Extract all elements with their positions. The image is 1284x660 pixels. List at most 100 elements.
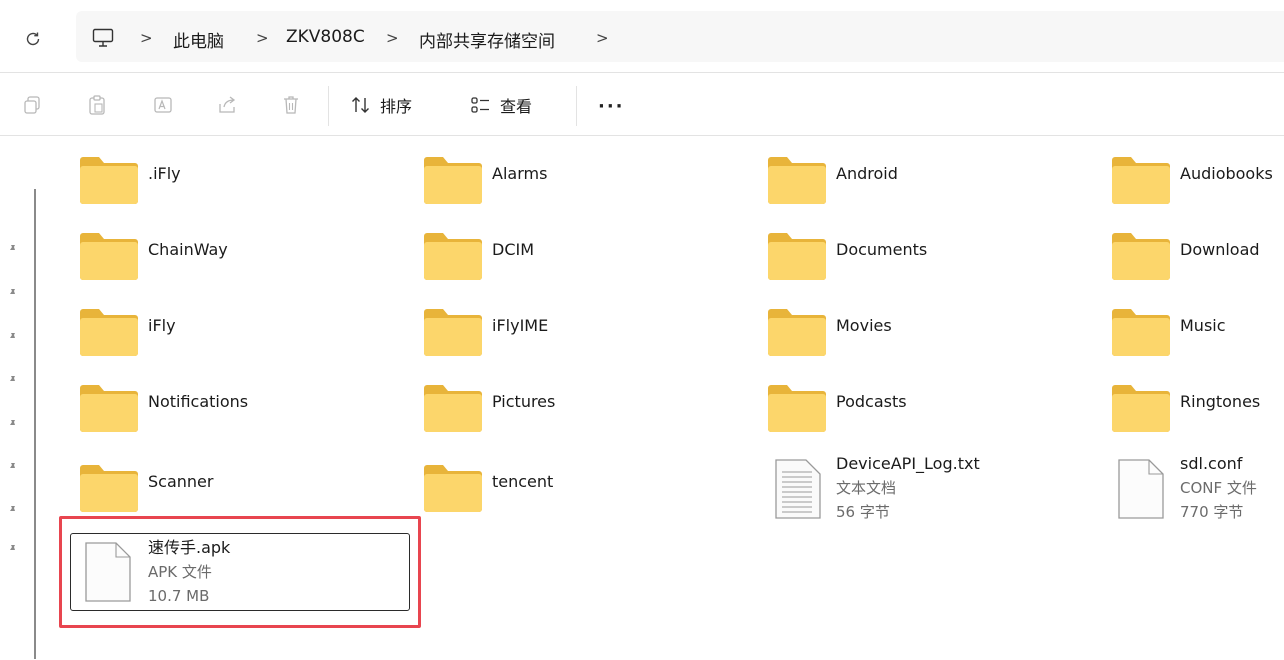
folder-icon [424,233,482,280]
folder-name: ChainWay [148,240,228,259]
chevron-right-icon[interactable]: > [140,29,153,47]
folder-icon [1112,157,1170,204]
folder-name: .iFly [148,164,181,183]
folder-item[interactable]: iFly [80,308,410,374]
folder-name: Music [1180,316,1226,335]
pin-icon [10,506,15,511]
folder-name: Alarms [492,164,548,183]
folder-name: iFly [148,316,176,335]
breadcrumb[interactable]: > 此电脑 > ZKV808C > 内部共享存储空间 > [76,11,1284,62]
file-type: 文本文档 [836,479,897,497]
folder-item[interactable]: tencent [424,464,754,530]
view-label: 查看 [500,97,533,116]
share-icon[interactable] [216,94,238,116]
folder-name: Movies [836,316,892,335]
folder-item[interactable]: iFlyIME [424,308,754,374]
sort-button[interactable]: 排序 [350,91,412,119]
view-button[interactable]: 查看 [470,91,532,119]
folder-item[interactable]: Audiobooks [1112,156,1284,222]
rename-icon[interactable] [152,94,174,116]
folder-name: tencent [492,472,554,491]
breadcrumb-item-device[interactable]: ZKV808C [286,27,365,47]
folder-item[interactable]: ChainWay [80,232,410,298]
pin-icon [10,333,15,338]
pin-icon [10,289,15,294]
cut-icon[interactable] [22,94,44,116]
breadcrumb-item-storage[interactable]: 内部共享存储空间 [419,27,555,52]
chevron-right-icon[interactable]: > [256,29,269,47]
folder-icon [80,309,138,356]
folder-name: Ringtones [1180,392,1261,411]
folder-item[interactable]: .iFly [80,156,410,222]
sort-icon [352,97,369,113]
highlight-annotation [59,516,421,628]
folder-item[interactable]: Alarms [424,156,754,222]
folder-name: Android [836,164,898,183]
toolbar-divider [576,86,577,126]
pin-icon [10,376,15,381]
computer-icon[interactable] [92,28,114,48]
text-file-icon [775,459,821,519]
folder-item[interactable]: DCIM [424,232,754,298]
folder-item[interactable]: Ringtones [1112,384,1284,450]
file-size: 56 字节 [836,503,890,521]
file-item-conf[interactable]: sdl.conf CONF 文件 770 字节 [1112,452,1282,521]
file-name: sdl.conf [1180,454,1243,473]
file-size: 770 字节 [1180,503,1244,521]
navigation-pane-splitter[interactable] [34,189,36,659]
toolbar-divider [328,86,329,126]
folder-item[interactable]: Notifications [80,384,410,450]
folder-name: Podcasts [836,392,907,411]
folder-icon [80,233,138,280]
folder-name: DCIM [492,240,535,259]
folder-icon [768,233,826,280]
copy-icon[interactable] [86,94,108,116]
folder-name: Pictures [492,392,556,411]
folder-icon [80,385,138,432]
folder-item[interactable]: Music [1112,308,1284,374]
pin-icon [10,463,15,468]
folder-name: Documents [836,240,928,259]
folder-item[interactable]: Documents [768,232,1098,298]
folder-item[interactable]: Download [1112,232,1284,298]
breadcrumb-item-this-pc[interactable]: 此电脑 [173,27,224,52]
folder-icon [80,465,138,512]
command-bar: 排序 查看 ··· [0,74,1284,136]
file-details: sdl.conf CONF 文件 770 字节 [1180,452,1257,524]
folder-icon [768,157,826,204]
delete-icon[interactable] [280,94,302,116]
pin-icon [10,545,15,550]
folder-item[interactable]: Android [768,156,1098,222]
sort-label: 排序 [380,97,413,116]
folder-icon [424,157,482,204]
more-options-button[interactable]: ··· [598,96,625,117]
folder-icon [424,385,482,432]
folder-icon [768,385,826,432]
folder-item[interactable]: Movies [768,308,1098,374]
pin-icon [10,245,15,250]
file-name: DeviceAPI_Log.txt [836,454,980,473]
folder-name: iFlyIME [492,316,549,335]
file-type: CONF 文件 [1180,479,1257,497]
address-bar: > 此电脑 > ZKV808C > 内部共享存储空间 > [0,0,1284,73]
folder-item[interactable]: Pictures [424,384,754,450]
folder-icon [80,157,138,204]
folder-icon [424,465,482,512]
refresh-icon [26,32,40,46]
file-details: DeviceAPI_Log.txt 文本文档 56 字节 [836,452,980,524]
file-icon [1118,459,1164,519]
folder-name: Notifications [148,392,249,411]
navigation-pane-edge [0,137,42,660]
chevron-right-icon[interactable]: > [596,29,609,47]
folder-name: Download [1180,240,1260,259]
folder-icon [1112,309,1170,356]
folder-item[interactable]: Podcasts [768,384,1098,450]
folder-name: Scanner [148,472,214,491]
file-item-log[interactable]: DeviceAPI_Log.txt 文本文档 56 字节 [768,452,1098,521]
folder-icon [1112,233,1170,280]
folder-name: Audiobooks [1180,164,1273,183]
view-icon [471,97,489,113]
chevron-right-icon[interactable]: > [386,29,399,47]
folder-icon [424,309,482,356]
refresh-button[interactable] [20,26,46,52]
